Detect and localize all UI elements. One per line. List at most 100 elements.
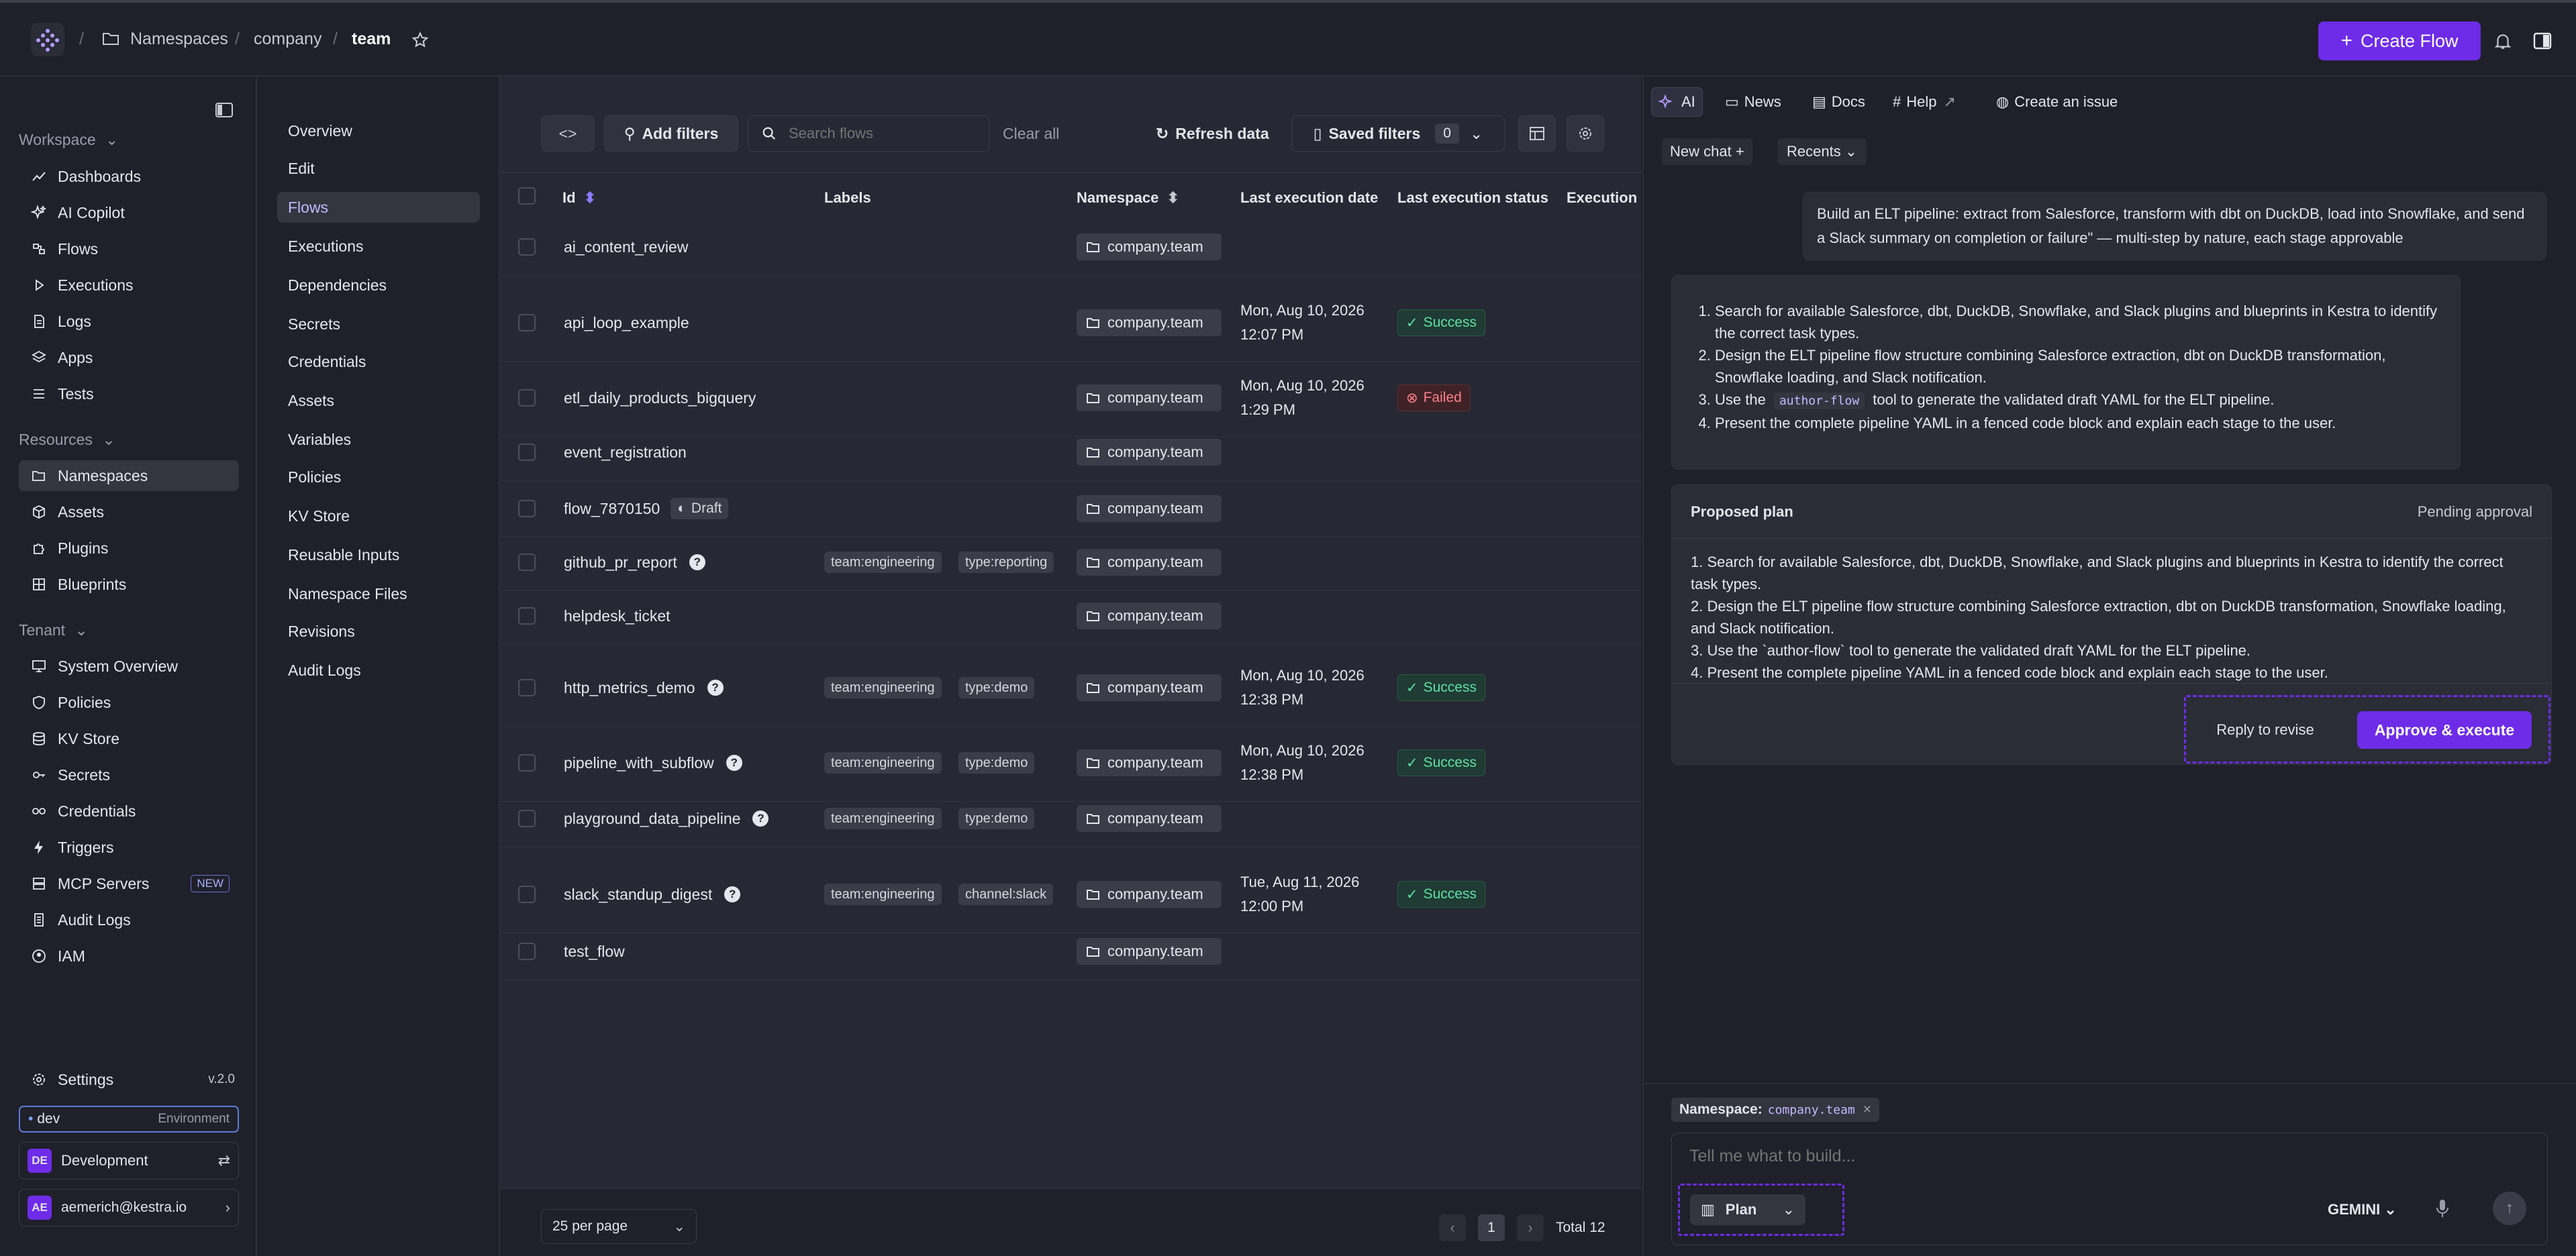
- subnav-kv-store[interactable]: KV Store: [277, 501, 480, 531]
- namespace-chip[interactable]: company.team: [1077, 805, 1222, 832]
- nav-executions[interactable]: Executions: [19, 270, 239, 301]
- question-icon[interactable]: ?: [724, 886, 741, 902]
- row-checkbox[interactable]: [518, 554, 536, 571]
- namespace-chip[interactable]: company.team: [1077, 309, 1222, 336]
- star-icon[interactable]: [411, 31, 430, 50]
- clear-all-link[interactable]: Clear all: [1003, 125, 1059, 143]
- nav-flows[interactable]: Flows: [19, 233, 239, 264]
- nav-policies[interactable]: Policies: [19, 687, 239, 718]
- namespace-chip[interactable]: company.team: [1077, 495, 1222, 522]
- nav-blueprints[interactable]: Blueprints: [19, 569, 239, 600]
- per-page-select[interactable]: 25 per page ⌄: [541, 1209, 697, 1244]
- kestra-logo-icon[interactable]: [31, 23, 64, 56]
- label-chip[interactable]: team:engineering: [824, 552, 942, 573]
- status-badge[interactable]: ⊗ Failed: [1397, 384, 1471, 411]
- add-filters-button[interactable]: ⚲ Add filters: [604, 115, 738, 152]
- nav-triggers[interactable]: Triggers: [19, 832, 239, 863]
- nav-system-overview[interactable]: System Overview: [19, 651, 239, 682]
- status-badge[interactable]: ✓ Success: [1397, 881, 1485, 908]
- flow-link[interactable]: github_pr_report?: [564, 553, 705, 572]
- flow-link[interactable]: http_metrics_demo?: [564, 678, 724, 697]
- prev-page-button[interactable]: ‹: [1439, 1214, 1466, 1241]
- label-chip[interactable]: team:engineering: [824, 752, 942, 774]
- refresh-data-button[interactable]: ↻ Refresh data: [1156, 125, 1269, 143]
- nav-namespaces[interactable]: Namespaces: [19, 460, 239, 491]
- nav-credentials[interactable]: Credentials: [19, 796, 239, 827]
- search-box[interactable]: [748, 115, 989, 152]
- namespace-chip[interactable]: company.team: [1077, 603, 1222, 629]
- user-menu[interactable]: AE aemerich@kestra.io ›: [19, 1189, 239, 1226]
- flow-link[interactable]: event_registration: [564, 443, 687, 462]
- flow-link[interactable]: playground_data_pipeline?: [564, 809, 769, 828]
- approve-execute-button[interactable]: Approve & execute: [2357, 711, 2532, 749]
- nav-mcp-servers[interactable]: MCP Servers NEW: [19, 868, 239, 899]
- panel-toggle-icon[interactable]: [2533, 32, 2552, 50]
- namespace-chip[interactable]: company.team: [1077, 233, 1222, 260]
- nav-dashboards[interactable]: Dashboards: [19, 161, 239, 192]
- row-checkbox[interactable]: [518, 443, 536, 461]
- nav-logs[interactable]: Logs: [19, 306, 239, 337]
- send-button[interactable]: ↑: [2493, 1192, 2526, 1225]
- section-resources[interactable]: Resources ⌄: [19, 431, 115, 449]
- nav-settings[interactable]: Settings v.2.0: [19, 1064, 239, 1095]
- nav-secrets[interactable]: Secrets: [19, 760, 239, 790]
- subnav-credentials[interactable]: Credentials: [277, 346, 480, 377]
- recents-button[interactable]: Recents ⌄: [1777, 138, 1867, 165]
- subnav-namespace-files[interactable]: Namespace Files: [277, 578, 480, 609]
- nav-assets[interactable]: Assets: [19, 496, 239, 527]
- subnav-reusable-inputs[interactable]: Reusable Inputs: [277, 539, 480, 570]
- row-checkbox[interactable]: [518, 679, 536, 696]
- subnav-revisions[interactable]: Revisions: [277, 616, 480, 647]
- row-checkbox[interactable]: [518, 500, 536, 517]
- chat-input[interactable]: [1689, 1147, 2495, 1173]
- nav-audit-logs[interactable]: Audit Logs: [19, 904, 239, 935]
- tenant-switcher[interactable]: DE Development ⇄: [19, 1142, 239, 1180]
- namespace-chip[interactable]: company.team: [1077, 439, 1222, 466]
- subnav-assets[interactable]: Assets: [277, 385, 480, 416]
- label-chip[interactable]: type:demo: [958, 808, 1035, 829]
- subnav-secrets[interactable]: Secrets: [277, 309, 480, 339]
- nav-plugins[interactable]: Plugins: [19, 533, 239, 564]
- nav-tests[interactable]: Tests: [19, 378, 239, 409]
- row-checkbox[interactable]: [518, 810, 536, 827]
- tab-news[interactable]: ▭ News: [1718, 87, 1788, 117]
- namespace-chip[interactable]: company.team: [1077, 384, 1222, 411]
- reply-to-revise-button[interactable]: Reply to revise: [2201, 711, 2329, 749]
- flow-link[interactable]: pipeline_with_subflow?: [564, 753, 742, 772]
- label-chip[interactable]: team:engineering: [824, 808, 942, 829]
- column-id[interactable]: Id ⬍: [562, 189, 596, 207]
- subnav-policies[interactable]: Policies: [277, 462, 480, 492]
- column-namespace[interactable]: Namespace ⬍: [1077, 189, 1179, 207]
- namespace-chip[interactable]: company.team: [1077, 674, 1222, 701]
- label-chip[interactable]: type:demo: [958, 752, 1035, 774]
- new-chat-button[interactable]: New chat +: [1662, 138, 1752, 165]
- microphone-icon[interactable]: [2435, 1198, 2450, 1218]
- label-chip[interactable]: team:engineering: [824, 884, 942, 905]
- next-page-button[interactable]: ›: [1517, 1214, 1544, 1241]
- label-chip[interactable]: type:demo: [958, 677, 1035, 698]
- subnav-overview[interactable]: Overview: [277, 115, 480, 146]
- collapse-sidebar-icon[interactable]: [215, 102, 234, 118]
- status-badge[interactable]: ✓ Success: [1397, 674, 1485, 701]
- section-tenant[interactable]: Tenant ⌄: [19, 621, 88, 639]
- mode-selector[interactable]: ▥ Plan ⌄: [1690, 1194, 1805, 1225]
- label-chip[interactable]: team:engineering: [824, 677, 942, 698]
- subnav-audit-logs[interactable]: Audit Logs: [277, 655, 480, 686]
- row-checkbox[interactable]: [518, 754, 536, 772]
- subnav-executions[interactable]: Executions: [277, 231, 480, 262]
- section-workspace[interactable]: Workspace ⌄: [19, 131, 118, 149]
- subnav-variables[interactable]: Variables: [277, 424, 480, 455]
- question-icon[interactable]: ?: [752, 810, 769, 827]
- row-checkbox[interactable]: [518, 389, 536, 407]
- namespace-context-chip[interactable]: Namespace: company.team ×: [1671, 1098, 1880, 1122]
- question-icon[interactable]: ?: [689, 554, 705, 570]
- bell-icon[interactable]: [2494, 32, 2512, 51]
- tab-create-issue[interactable]: ◍ Create an issue: [1989, 87, 2124, 117]
- question-icon[interactable]: ?: [726, 755, 742, 771]
- row-checkbox[interactable]: [518, 314, 536, 331]
- question-icon[interactable]: ?: [707, 680, 724, 696]
- namespace-chip[interactable]: company.team: [1077, 549, 1222, 576]
- create-flow-button[interactable]: + Create Flow: [2318, 21, 2481, 60]
- label-chip[interactable]: type:reporting: [958, 552, 1054, 573]
- table-settings-button[interactable]: [1567, 115, 1604, 152]
